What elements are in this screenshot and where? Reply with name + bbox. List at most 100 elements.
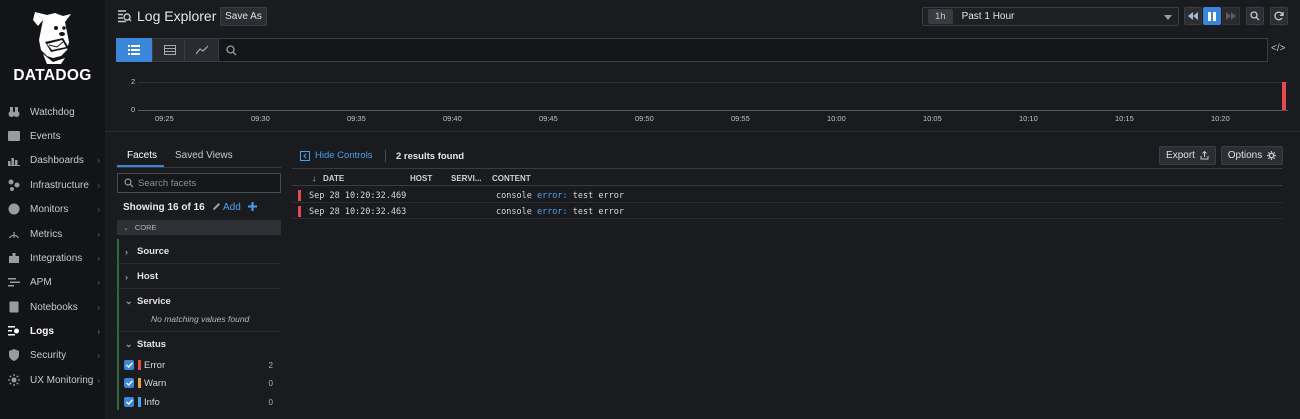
sidebar-item-security[interactable]: Security › — [0, 344, 105, 366]
code-toggle-button[interactable]: </> — [1271, 43, 1285, 54]
x-tick-label: 10:05 — [923, 114, 942, 123]
sidebar-item-infrastructure[interactable]: Infrastructure › — [0, 174, 105, 196]
add-facet-button[interactable]: Add — [223, 202, 257, 213]
checkbox[interactable] — [124, 397, 134, 407]
status-value-count: 0 — [268, 397, 273, 407]
hide-controls-button[interactable]: Hide Controls — [300, 150, 373, 161]
sidebar-item-label: Watchdog — [30, 106, 75, 118]
log-date: Sep 28 10:20:32.463 — [309, 207, 407, 217]
x-tick-label: 10:20 — [1211, 114, 1230, 123]
tab-saved-views[interactable]: Saved Views — [175, 150, 233, 161]
status-value-error[interactable]: Error 2 — [124, 358, 281, 372]
column-content[interactable]: CONTENT — [492, 174, 531, 183]
status-value-count: 2 — [268, 360, 273, 370]
x-tick-label: 10:15 — [1115, 114, 1134, 123]
facet-status-label: Status — [137, 339, 167, 350]
refresh-button[interactable] — [1270, 7, 1288, 25]
time-range-select[interactable]: 1h Past 1 Hour — [922, 7, 1179, 26]
logs-icon — [7, 324, 21, 338]
facet-service[interactable]: ⌄ Service — [117, 289, 281, 332]
checkbox[interactable] — [124, 360, 134, 370]
sidebar-item-label: Dashboards — [30, 154, 84, 166]
apm-icon — [7, 275, 21, 289]
divider — [105, 131, 1300, 132]
results-table-header: ↓ DATE HOST SERVI... CONTENT — [292, 168, 1282, 186]
sidebar-item-label: Logs — [30, 325, 54, 337]
save-as-button[interactable]: Save As — [220, 7, 267, 26]
datadog-logo[interactable]: DATADOG — [0, 6, 105, 90]
status-color-swatch — [138, 378, 141, 388]
column-service[interactable]: SERVI... — [451, 174, 482, 183]
status-value-warn[interactable]: Warn 0 — [124, 376, 281, 390]
column-host[interactable]: HOST — [410, 174, 432, 183]
status-indicator — [298, 190, 301, 201]
x-tick-label: 09:50 — [635, 114, 654, 123]
x-tick-label: 09:25 — [155, 114, 174, 123]
sidebar-item-watchdog[interactable]: Watchdog — [0, 101, 105, 123]
fast-forward-icon — [1226, 12, 1236, 20]
sidebar-item-label: Monitors — [30, 203, 69, 215]
chevron-right-icon: › — [97, 180, 100, 190]
x-tick-label: 09:55 — [731, 114, 750, 123]
export-button[interactable]: Export — [1159, 146, 1216, 165]
facet-host[interactable]: › Host — [117, 264, 281, 289]
list-icon — [128, 45, 140, 55]
chevron-down-icon: ⌄ — [125, 296, 133, 306]
log-row[interactable]: Sep 28 10:20:32.463 console error: test e… — [292, 204, 1282, 219]
fast-forward-button[interactable] — [1222, 7, 1240, 25]
chevron-down-icon — [1164, 15, 1172, 20]
facet-search-input[interactable]: Search facets — [117, 173, 281, 193]
core-section-header[interactable]: ⌄ CORE — [117, 220, 281, 235]
status-value-info[interactable]: Info 0 — [124, 395, 281, 409]
chevron-right-icon: › — [97, 155, 100, 165]
sidebar-item-integrations[interactable]: Integrations › — [0, 247, 105, 269]
analytics-view-toggle[interactable] — [184, 38, 220, 62]
pause-button[interactable] — [1203, 7, 1221, 25]
time-range-label: Past 1 Hour — [961, 11, 1015, 22]
checkbox[interactable] — [124, 378, 134, 388]
chevron-right-icon: › — [97, 204, 100, 214]
log-content: console error: test error — [496, 207, 624, 217]
sidebar-item-apm[interactable]: APM › — [0, 271, 105, 293]
chevron-right-icon: › — [125, 246, 128, 257]
sidebar-item-events[interactable]: Events — [0, 125, 105, 147]
options-button[interactable]: Options — [1221, 146, 1283, 165]
sidebar-item-monitors[interactable]: Monitors › — [0, 198, 105, 220]
y-tick-label: 0 — [131, 105, 136, 114]
x-tick-label: 09:40 — [443, 114, 462, 123]
chart-bar[interactable] — [1282, 82, 1286, 110]
status-color-swatch — [138, 360, 141, 370]
pencil-icon[interactable] — [212, 202, 221, 211]
tab-facets[interactable]: Facets — [127, 150, 157, 161]
patterns-view-toggle[interactable] — [152, 38, 188, 62]
column-date[interactable]: DATE — [323, 174, 344, 183]
rewind-icon — [1188, 12, 1198, 20]
core-section-label: CORE — [134, 223, 157, 232]
rewind-button[interactable] — [1184, 7, 1202, 25]
sidebar-item-metrics[interactable]: Metrics › — [0, 223, 105, 245]
facet-source[interactable]: › Source — [117, 239, 281, 264]
log-row[interactable]: Sep 28 10:20:32.469 console error: test e… — [292, 188, 1282, 203]
ux-icon — [7, 373, 21, 387]
x-tick-label: 09:35 — [347, 114, 366, 123]
brand-name: DATADOG — [13, 67, 92, 84]
status-value-label: Info — [144, 396, 160, 408]
monitor-icon — [7, 202, 21, 216]
status-value-label: Error — [144, 359, 166, 371]
pause-icon — [1208, 11, 1216, 21]
zoom-button[interactable] — [1246, 7, 1264, 25]
sort-arrow-icon[interactable]: ↓ — [312, 174, 316, 183]
sidebar-item-logs[interactable]: Logs › — [0, 320, 105, 342]
chevron-down-icon: ⌄ — [123, 224, 129, 232]
list-view-toggle[interactable] — [116, 38, 152, 62]
search-input[interactable] — [218, 38, 1268, 62]
metrics-icon — [7, 227, 21, 241]
sidebar-item-ux-monitoring[interactable]: UX Monitoring › — [0, 369, 105, 391]
sidebar-item-dashboards[interactable]: Dashboards › — [0, 149, 105, 171]
active-tab-indicator — [117, 165, 164, 167]
search-icon — [1250, 11, 1260, 21]
puzzle-icon — [7, 251, 21, 265]
x-tick-label: 09:45 — [539, 114, 558, 123]
sidebar-item-notebooks[interactable]: Notebooks › — [0, 296, 105, 318]
x-tick-label: 10:10 — [1019, 114, 1038, 123]
